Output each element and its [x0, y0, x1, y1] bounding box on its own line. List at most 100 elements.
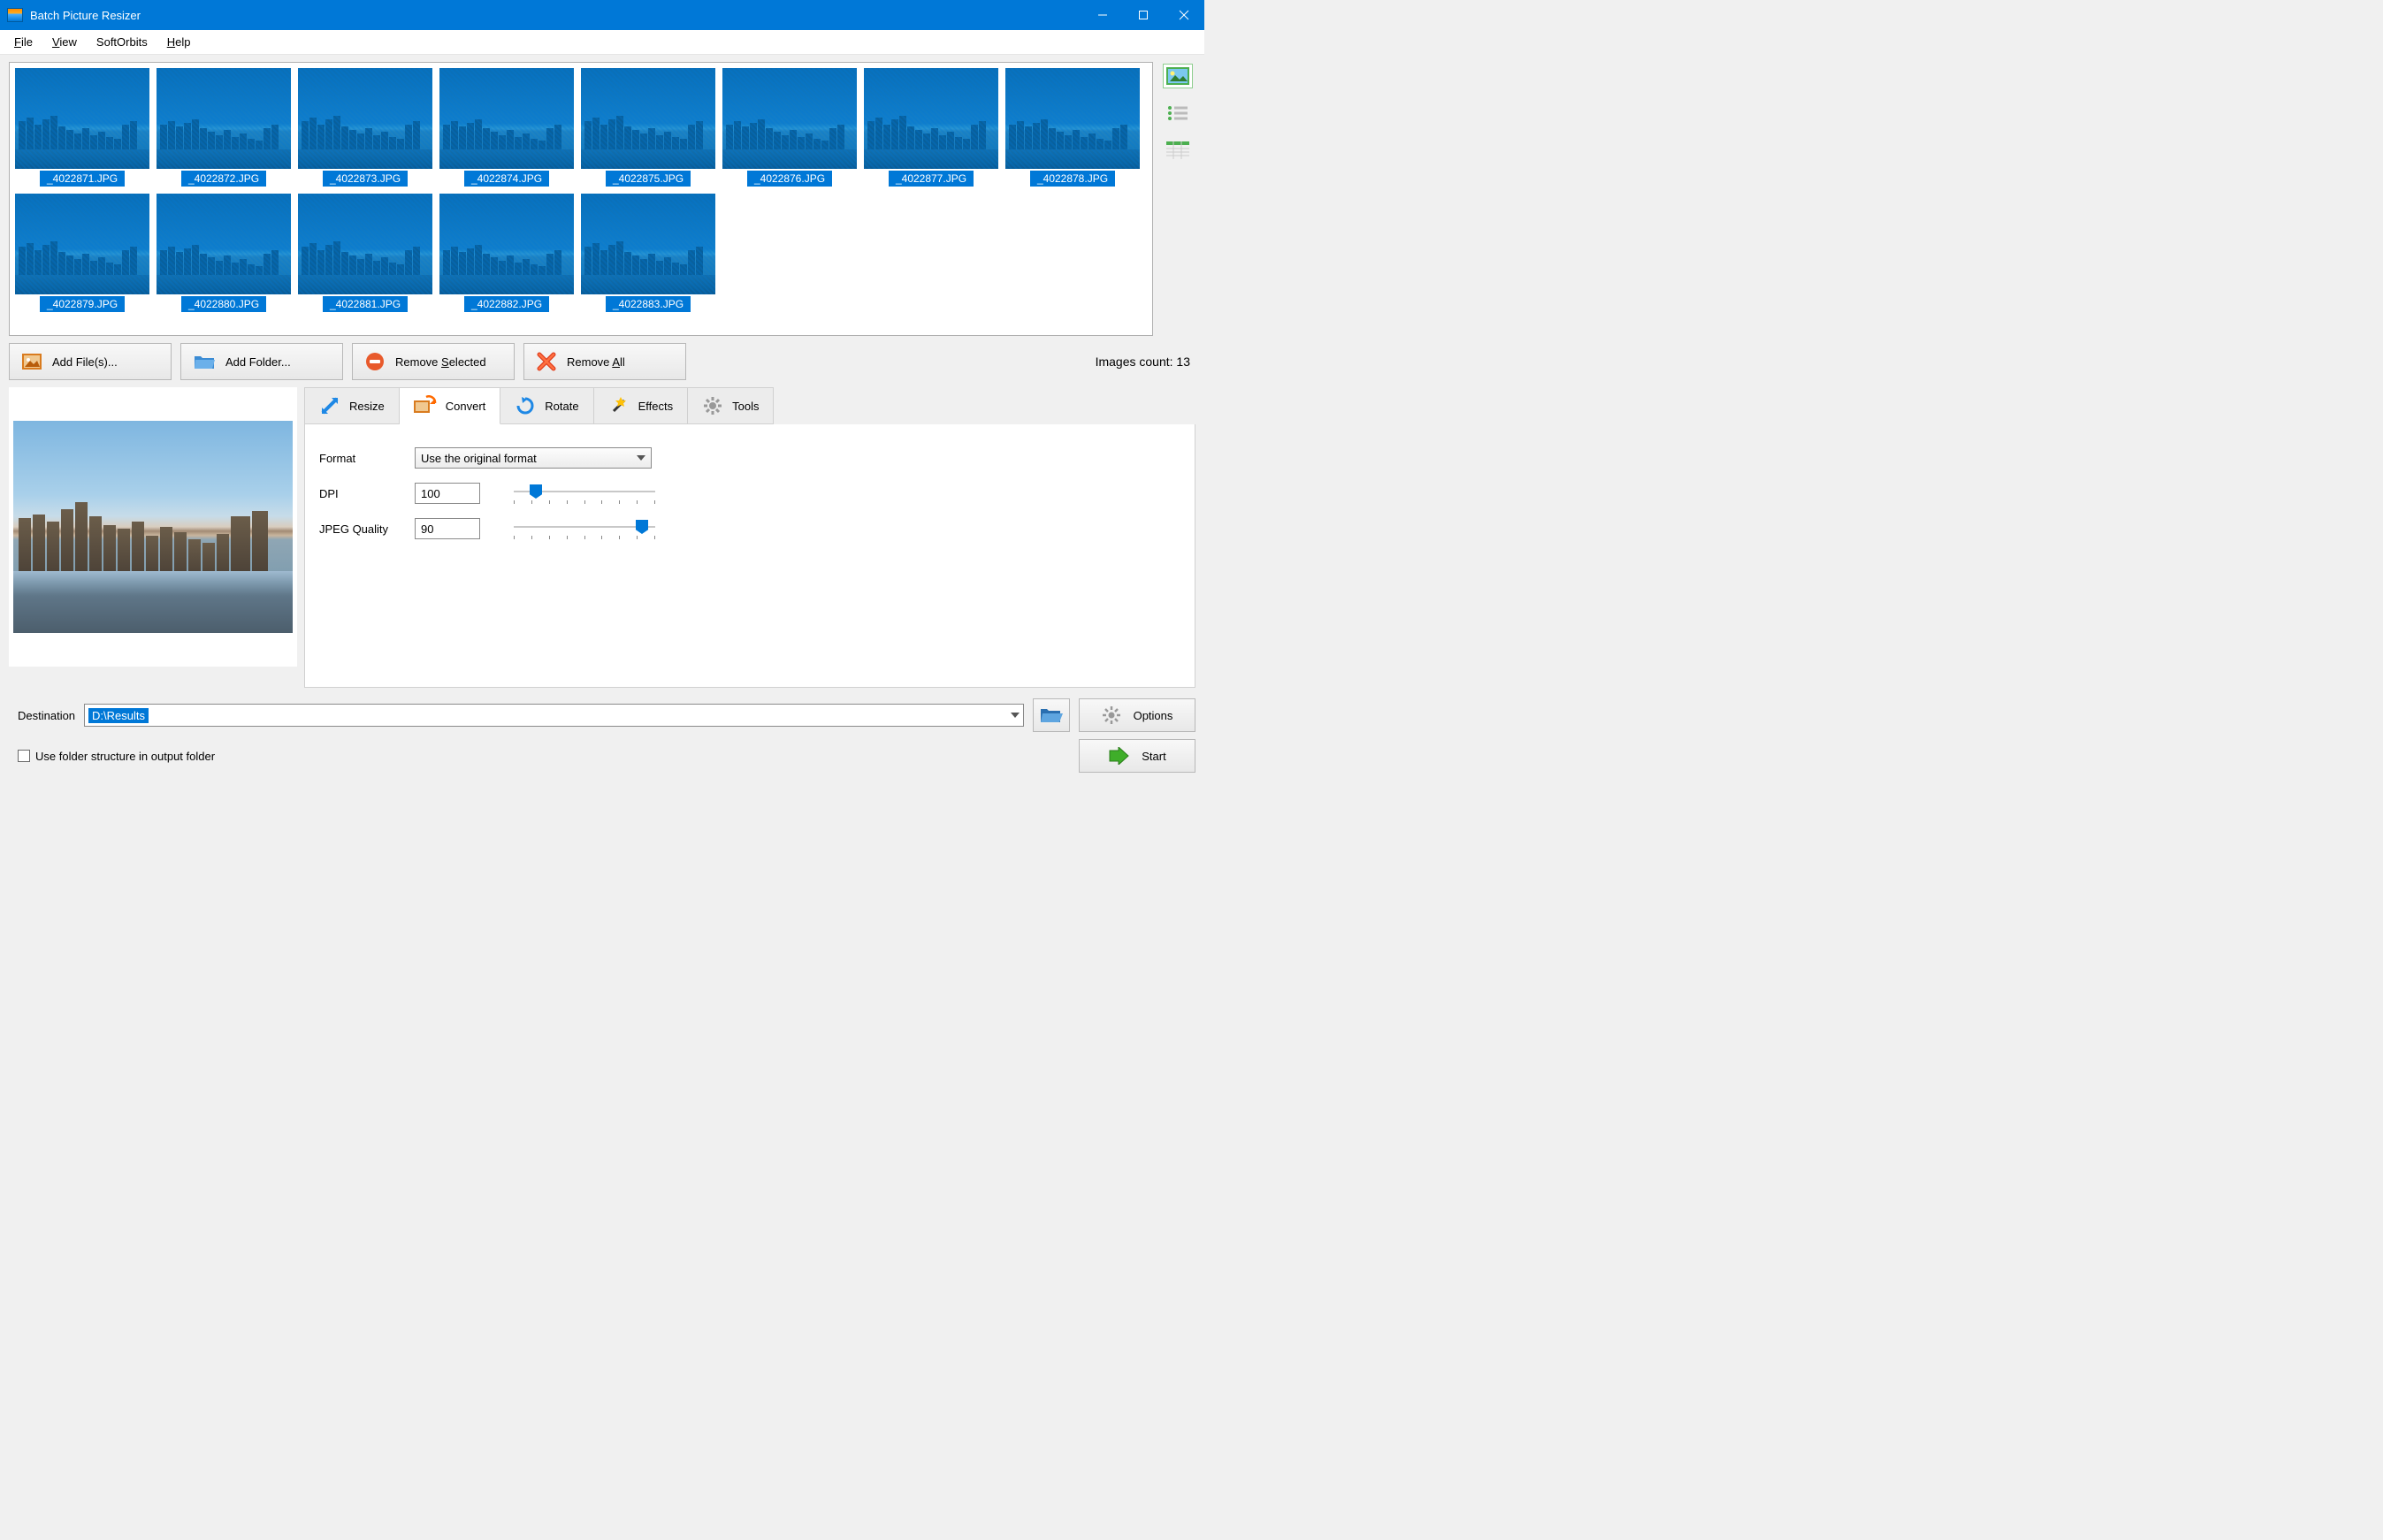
jpeg-quality-input[interactable]	[415, 518, 480, 539]
tab-effects[interactable]: Effects	[594, 387, 689, 424]
thumbnail-label: _4022873.JPG	[323, 171, 408, 187]
tab-rotate[interactable]: Rotate	[500, 387, 593, 424]
destination-value: D:\Results	[88, 708, 149, 723]
menubar: File View SoftOrbits Help	[0, 30, 1204, 55]
chevron-down-icon	[1011, 713, 1020, 718]
tab-tools[interactable]: Tools	[688, 387, 774, 424]
thumbnail-item[interactable]: _4022873.JPG	[298, 68, 432, 187]
options-label: Options	[1134, 709, 1173, 722]
thumbnail-label: _4022883.JPG	[606, 296, 691, 312]
folder-icon	[194, 354, 215, 370]
maximize-button[interactable]	[1123, 0, 1164, 30]
destination-input[interactable]: D:\Results	[84, 704, 1024, 727]
effects-icon	[608, 395, 630, 416]
thumbnail-item[interactable]: _4022877.JPG	[864, 68, 998, 187]
tab-effects-label: Effects	[638, 400, 674, 413]
images-count-label: Images count: 13	[1096, 355, 1195, 369]
thumbnail-row: _4022871.JPG _4022872.JPG _4022873.JPG _402…	[9, 62, 1195, 336]
thumbnail-label: _4022875.JPG	[606, 171, 691, 187]
resize-icon	[319, 395, 340, 416]
view-list-button[interactable]	[1163, 101, 1193, 126]
folder-structure-row: Use folder structure in output folder	[9, 750, 1079, 763]
view-thumbnails-button[interactable]	[1163, 64, 1193, 88]
bottom-panel: Destination D:\Results Options Use folde…	[9, 695, 1195, 773]
thumbnail-item[interactable]: _4022878.JPG	[1005, 68, 1140, 187]
thumbnail-item[interactable]: _4022872.JPG	[157, 68, 291, 187]
thumbnail-image	[864, 68, 998, 169]
start-button[interactable]: Start	[1079, 739, 1195, 773]
app-icon	[7, 8, 23, 22]
remove-selected-button[interactable]: Remove Selected	[352, 343, 515, 380]
thumbnail-image	[15, 194, 149, 294]
window-controls	[1082, 0, 1204, 30]
tools-icon	[702, 395, 723, 416]
thumbnail-item[interactable]: _4022874.JPG	[439, 68, 574, 187]
menu-help[interactable]: Help	[158, 33, 200, 51]
thumbnail-label: _4022878.JPG	[1030, 171, 1115, 187]
view-details-button[interactable]	[1163, 138, 1193, 163]
add-folder-label: Add Folder...	[225, 355, 291, 369]
menu-file[interactable]: File	[5, 33, 42, 51]
thumbnail-item[interactable]: _4022876.JPG	[722, 68, 857, 187]
options-button[interactable]: Options	[1079, 698, 1195, 732]
thumbnail-image	[439, 68, 574, 169]
add-files-label: Add File(s)...	[52, 355, 118, 369]
tab-tools-label: Tools	[732, 400, 759, 413]
add-files-button[interactable]: Add File(s)...	[9, 343, 172, 380]
mid-row: Resize Convert Rotate Effects	[9, 387, 1195, 688]
menu-view[interactable]: View	[43, 33, 86, 51]
browse-destination-button[interactable]	[1033, 698, 1070, 732]
dpi-label: DPI	[319, 487, 408, 500]
preview-panel	[9, 387, 297, 667]
view-mode-strip	[1160, 62, 1195, 336]
jpeg-quality-label: JPEG Quality	[319, 522, 408, 536]
delete-icon	[537, 352, 556, 371]
content-area: _4022871.JPG _4022872.JPG _4022873.JPG _402…	[0, 55, 1204, 778]
minimize-button[interactable]	[1082, 0, 1123, 30]
remove-all-label: Remove All	[567, 355, 625, 369]
start-label: Start	[1142, 750, 1165, 763]
start-arrow-icon	[1108, 747, 1129, 765]
thumbnail-area[interactable]: _4022871.JPG _4022872.JPG _4022873.JPG _402…	[9, 62, 1153, 336]
thumbnail-item[interactable]: _4022882.JPG	[439, 194, 574, 312]
thumbnail-image	[157, 68, 291, 169]
format-label: Format	[319, 452, 408, 465]
thumbnail-label: _4022877.JPG	[889, 171, 974, 187]
thumbnail-label: _4022876.JPG	[747, 171, 832, 187]
thumbnail-image	[298, 68, 432, 169]
dpi-slider[interactable]	[514, 483, 655, 504]
thumbnail-item[interactable]: _4022880.JPG	[157, 194, 291, 312]
thumbnail-item[interactable]: _4022871.JPG	[15, 68, 149, 187]
thumbnail-label: _4022882.JPG	[464, 296, 549, 312]
tab-resize-label: Resize	[349, 400, 385, 413]
titlebar: Batch Picture Resizer	[0, 0, 1204, 30]
destination-row: Destination D:\Results Options	[9, 698, 1195, 732]
list-icon	[1166, 104, 1189, 122]
gear-icon	[1102, 705, 1121, 725]
thumbnail-item[interactable]: _4022881.JPG	[298, 194, 432, 312]
thumbnail-image	[157, 194, 291, 294]
jpeg-quality-slider[interactable]	[514, 518, 655, 539]
thumbnail-image	[722, 68, 857, 169]
thumbnail-image	[298, 194, 432, 294]
tab-resize[interactable]: Resize	[304, 387, 400, 424]
rotate-icon	[515, 395, 536, 416]
use-folder-structure-checkbox[interactable]	[18, 750, 30, 762]
thumbnail-item[interactable]: _4022879.JPG	[15, 194, 149, 312]
remove-all-button[interactable]: Remove All	[523, 343, 686, 380]
file-toolbar: Add File(s)... Add Folder... Remove Sele…	[9, 343, 1195, 380]
settings-panel: Resize Convert Rotate Effects	[304, 387, 1195, 688]
thumbnail-label: _4022871.JPG	[40, 171, 125, 187]
format-select[interactable]: Use the original format	[415, 447, 652, 469]
thumbnail-item[interactable]: _4022875.JPG	[581, 68, 715, 187]
add-folder-button[interactable]: Add Folder...	[180, 343, 343, 380]
close-button[interactable]	[1164, 0, 1204, 30]
menu-softorbits[interactable]: SoftOrbits	[88, 33, 157, 51]
thumbnail-item[interactable]: _4022883.JPG	[581, 194, 715, 312]
jpeg-quality-slider-thumb[interactable]	[636, 520, 648, 534]
dpi-slider-thumb[interactable]	[530, 484, 542, 499]
app-window: Batch Picture Resizer File View SoftOrbi…	[0, 0, 1204, 778]
dpi-input[interactable]	[415, 483, 480, 504]
tab-convert[interactable]: Convert	[400, 387, 501, 424]
remove-selected-label: Remove Selected	[395, 355, 486, 369]
